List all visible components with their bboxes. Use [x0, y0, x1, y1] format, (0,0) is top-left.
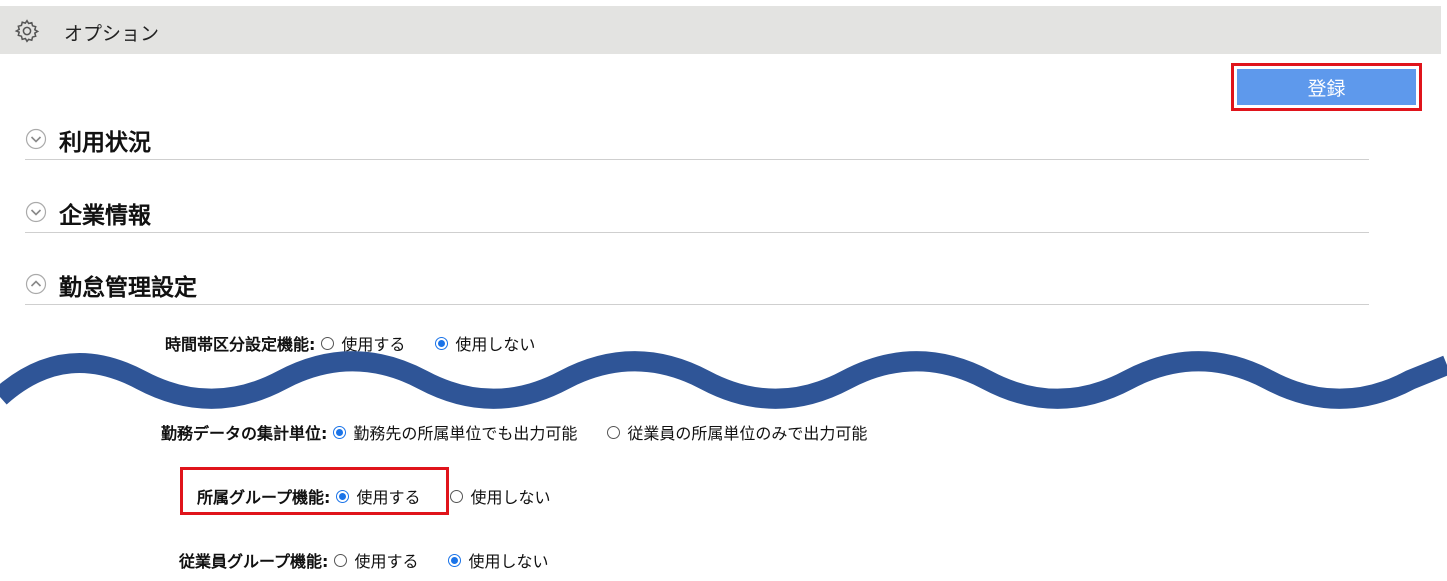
chevron-down-icon	[25, 201, 47, 223]
section-attendance-settings[interactable]: 勤怠管理設定	[25, 264, 1369, 305]
employee-group-option-not-use[interactable]: 使用しない	[448, 548, 548, 572]
aggregate-unit-row: 勤務データの集計単位: 勤務先の所属単位でも出力可能 従業員の所属単位のみで出力…	[161, 420, 897, 444]
section-heading: 勤怠管理設定	[59, 275, 197, 301]
radio-button-selected[interactable]	[333, 425, 347, 439]
aggregate-option-employee[interactable]: 従業員の所属単位のみで出力可能	[607, 420, 867, 444]
radio-button[interactable]	[334, 553, 348, 567]
aggregate-unit-label: 勤務データの集計単位:	[161, 424, 328, 443]
chevron-up-icon	[25, 273, 47, 295]
employee-group-row: 従業員グループ機能: 使用する 使用しない	[179, 548, 578, 572]
wave-separator	[0, 351, 1447, 409]
section-heading: 利用状況	[59, 130, 151, 156]
section-heading: 企業情報	[59, 203, 151, 229]
aggregate-option-workplace[interactable]: 勤務先の所属単位でも出力可能	[333, 420, 577, 444]
register-button[interactable]: 登録	[1237, 69, 1416, 105]
affiliation-group-option-not-use[interactable]: 使用しない	[450, 484, 550, 508]
radio-button-selected[interactable]	[448, 553, 462, 567]
chevron-down-icon	[25, 128, 47, 150]
options-header: オプション	[0, 6, 1441, 54]
radio-button[interactable]	[607, 425, 621, 439]
gear-icon	[14, 19, 40, 43]
affiliation-group-row: 所属グループ機能: 使用する 使用しない	[197, 484, 580, 508]
employee-group-option-use[interactable]: 使用する	[334, 548, 418, 572]
register-button-highlight: 登録	[1231, 63, 1422, 111]
employee-group-label: 従業員グループ機能:	[179, 552, 329, 571]
affiliation-group-option-use[interactable]: 使用する	[336, 484, 420, 508]
affiliation-group-label: 所属グループ機能:	[197, 488, 331, 507]
section-company-info[interactable]: 企業情報	[25, 192, 1369, 233]
radio-button[interactable]	[450, 489, 464, 503]
section-usage-status[interactable]: 利用状況	[25, 119, 1369, 160]
radio-button-selected[interactable]	[336, 489, 350, 503]
page-title: オプション	[64, 23, 160, 45]
